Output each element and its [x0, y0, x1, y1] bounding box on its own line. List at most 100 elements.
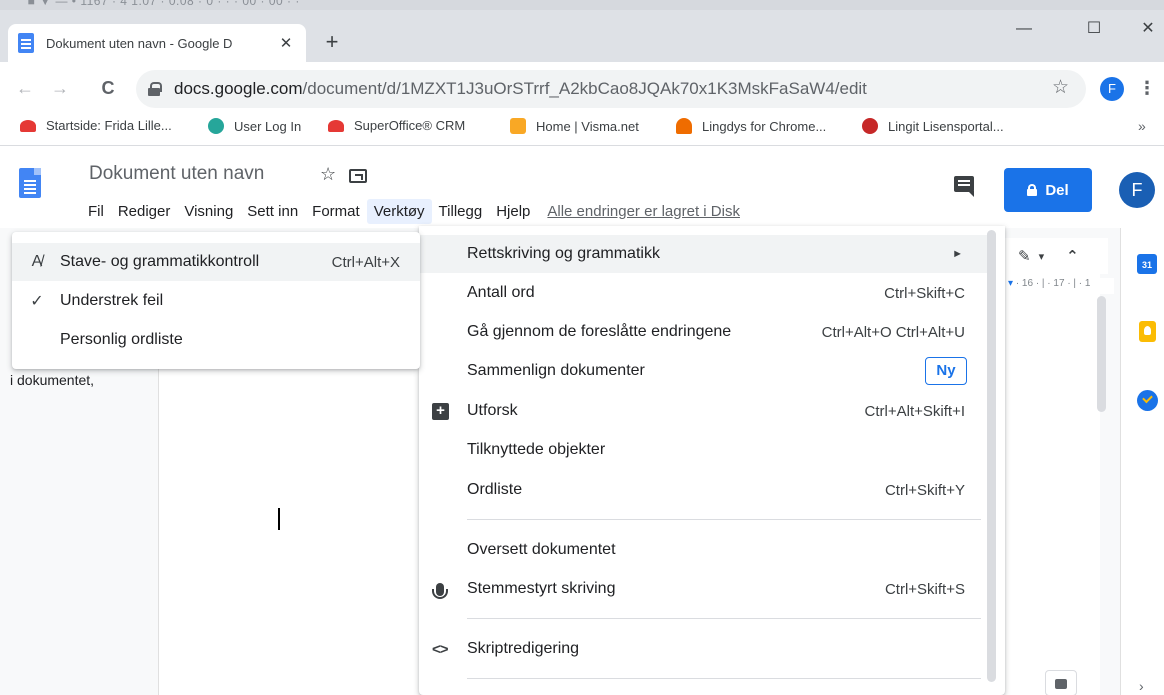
bookmark-superoffice-crm[interactable]: SuperOffice® CRM	[328, 118, 465, 133]
lock-icon	[1027, 184, 1038, 196]
ruler-text: · 16 · | · 17 · | · 1	[1015, 278, 1091, 289]
account-avatar[interactable]: F	[1119, 172, 1155, 208]
share-button[interactable]: Del	[1004, 168, 1092, 212]
menu-fil[interactable]: Fil	[81, 199, 111, 224]
menu-format[interactable]: Format	[305, 199, 367, 224]
menu-sett-inn[interactable]: Sett inn	[240, 199, 305, 224]
menu-item-script-editor[interactable]: <> Skriptredigering	[419, 630, 989, 668]
bookmark-label: Lingit Lisensportal...	[888, 118, 1004, 134]
address-url[interactable]: docs.google.com/document/d/1MZXT1J3uOrST…	[174, 79, 867, 99]
menu-item-label: Tilknyttede objekter	[467, 441, 606, 458]
menu-scrollbar[interactable]	[987, 230, 996, 682]
window-minimize-button[interactable]: —	[1004, 14, 1044, 44]
tasks-icon[interactable]	[1137, 390, 1158, 411]
code-icon: <>	[432, 640, 449, 658]
calendar-icon[interactable]: 31	[1137, 254, 1157, 274]
menu-tillegg[interactable]: Tillegg	[432, 199, 490, 224]
document-title[interactable]: Dokument uten navn	[89, 163, 264, 185]
back-button[interactable]: ←	[13, 76, 37, 100]
menu-item-shortcut: Ctrl+Skift+S	[884, 580, 965, 598]
menu-divider	[467, 678, 981, 679]
expand-side-panel-icon[interactable]: ›	[1139, 678, 1144, 694]
menu-item-label: Stave- og grammatikkontroll	[60, 253, 260, 270]
spelling-grammar-submenu: A̸ Stave- og grammatikkontroll Ctrl+Alt+…	[12, 232, 420, 369]
google-docs-logo-icon[interactable]	[19, 168, 41, 198]
bookmark-lingdys[interactable]: Lingdys for Chrome...	[676, 118, 826, 134]
menu-item-spelling-grammar[interactable]: Rettskriving og grammatikk ►	[419, 235, 989, 273]
menu-item-shortcut: Ctrl+Alt+O Ctrl+Alt+U	[821, 323, 965, 341]
url-path: /document/d/1MZXT1J3uOrSTrrf_A2kbCao8JQA…	[302, 79, 867, 98]
lock-icon[interactable]	[148, 82, 162, 96]
bookmark-label: Home | Visma.net	[536, 118, 639, 134]
menu-item-shortcut: Ctrl+Skift+C	[884, 284, 965, 302]
lingdys-icon	[676, 118, 692, 134]
menu-item-review-suggested-edits[interactable]: Gå gjennom de foreslåtte endringene Ctrl…	[419, 313, 989, 351]
forward-button[interactable]: →	[48, 76, 72, 100]
browser-tab-active[interactable]: Dokument uten navn - Google D ✕	[8, 24, 306, 62]
bookmarks-overflow-button[interactable]: »	[1138, 118, 1146, 134]
menu-item-label: Ordliste	[467, 481, 523, 498]
editing-mode-toolbar: ✎ ▾ ⌃	[1008, 238, 1108, 274]
menu-item-label: Rettskriving og grammatikk	[467, 245, 660, 262]
bookmark-user-log-in[interactable]: User Log In	[208, 118, 301, 134]
star-icon[interactable]: ☆	[320, 164, 336, 185]
bookmark-visma[interactable]: Home | Visma.net	[510, 118, 639, 134]
bookmark-startside[interactable]: Startside: Frida Lille...	[20, 118, 172, 133]
menu-visning[interactable]: Visning	[177, 199, 240, 224]
save-status-link[interactable]: Alle endringer er lagret i Disk	[547, 203, 740, 220]
google-docs-icon	[18, 33, 34, 53]
submenu-arrow-icon: ►	[952, 248, 963, 260]
tab-close-icon[interactable]: ✕	[276, 34, 296, 52]
menu-item-personal-dictionary[interactable]: Personlig ordliste	[12, 321, 420, 359]
docs-menubar: Fil Rediger Visning Sett inn Format Verk…	[81, 196, 740, 226]
menu-item-linked-objects[interactable]: Tilknyttede objekter	[419, 431, 989, 469]
bookmark-label: Lingdys for Chrome...	[702, 118, 827, 134]
tab-title: Dokument uten navn - Google D	[46, 35, 233, 51]
move-to-folder-icon[interactable]	[349, 169, 367, 183]
menu-item-explore[interactable]: Utforsk Ctrl+Alt+Skift+I	[419, 392, 989, 430]
menu-item-compare-documents[interactable]: Sammenlign dokumenter Ny	[419, 352, 989, 390]
globe-icon	[208, 118, 224, 134]
menu-item-shortcut: Ctrl+Alt+Skift+I	[864, 402, 965, 420]
menu-hjelp[interactable]: Hjelp	[489, 199, 537, 224]
share-button-label: Del	[1045, 181, 1069, 199]
window-close-button[interactable]: ✕	[1128, 14, 1164, 44]
ruler-indent-marker-icon[interactable]: ▾	[1008, 278, 1013, 289]
pencil-icon[interactable]: ✎	[1018, 247, 1031, 265]
reload-button[interactable]: C	[96, 76, 120, 100]
browser-profile-avatar[interactable]: F	[1100, 77, 1124, 101]
bookmark-label: SuperOffice® CRM	[354, 118, 466, 133]
bookmark-star-icon[interactable]: ☆	[1052, 76, 1069, 99]
tools-menu: Rettskriving og grammatikk ► Antall ord …	[419, 226, 1005, 695]
bookmark-label: User Log In	[234, 118, 302, 134]
comment-history-icon[interactable]	[954, 176, 974, 197]
collapse-toolbar-icon[interactable]: ⌃	[1066, 247, 1079, 265]
menu-item-label: Antall ord	[467, 284, 535, 301]
menu-item-voice-typing[interactable]: Stemmestyrt skriving Ctrl+Skift+S	[419, 570, 989, 608]
keep-icon[interactable]	[1139, 321, 1156, 342]
side-panel	[1120, 228, 1164, 695]
menu-item-underline-errors[interactable]: ✓ Understrek feil	[12, 282, 420, 320]
new-tab-button[interactable]: +	[318, 28, 346, 56]
menu-rediger[interactable]: Rediger	[111, 199, 178, 224]
document-partial-text: i dokumentet,	[10, 372, 95, 388]
superoffice-icon	[20, 119, 36, 132]
explore-button[interactable]	[1045, 670, 1077, 695]
document-scrollbar[interactable]	[1097, 296, 1106, 412]
menu-item-translate-document[interactable]: Oversett dokumentet	[419, 531, 989, 569]
menu-item-label: Understrek feil	[60, 292, 164, 309]
address-bar[interactable]: docs.google.com/document/d/1MZXT1J3uOrST…	[136, 70, 1086, 108]
chevron-down-icon[interactable]: ▾	[1039, 250, 1045, 263]
microphone-icon	[432, 582, 448, 599]
menu-item-dictionary[interactable]: Ordliste Ctrl+Skift+Y	[419, 471, 989, 509]
window-maximize-button[interactable]: ☐	[1074, 14, 1114, 44]
menu-item-spell-grammar-check[interactable]: A̸ Stave- og grammatikkontroll Ctrl+Alt+…	[12, 243, 420, 281]
browser-menu-icon[interactable]: ⋮	[1138, 74, 1156, 102]
url-host: docs.google.com	[174, 79, 303, 98]
bookmark-lingit[interactable]: Lingit Lisensportal...	[862, 118, 1004, 134]
checkmark-icon: ✓	[30, 293, 44, 310]
menu-item-label: Oversett dokumentet	[467, 541, 616, 558]
menu-verktoy[interactable]: Verktøy	[366, 198, 432, 224]
menu-item-shortcut: Ctrl+Alt+X	[331, 253, 400, 271]
menu-item-word-count[interactable]: Antall ord Ctrl+Skift+C	[419, 274, 989, 312]
